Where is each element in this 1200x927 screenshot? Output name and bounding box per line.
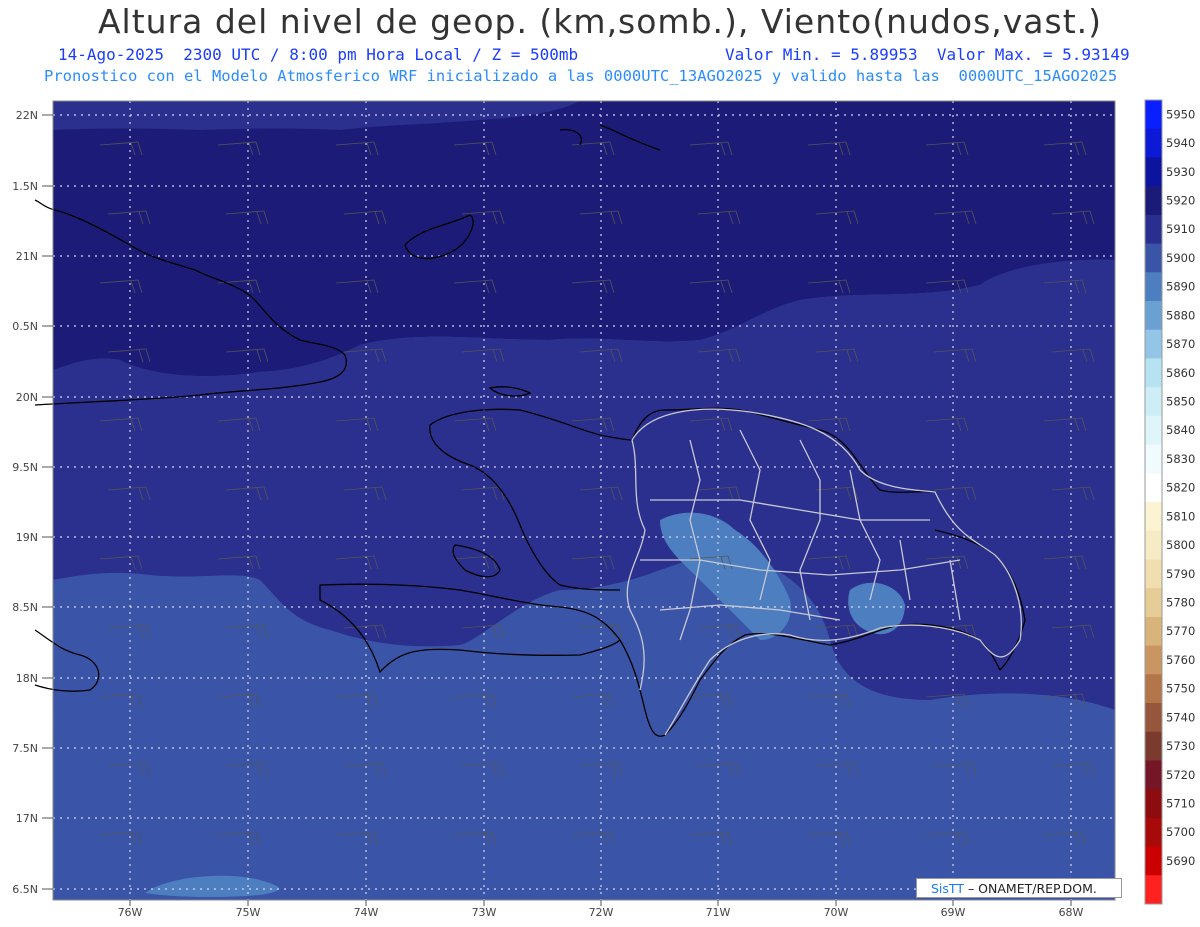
latitude-labels: 22N 1.5N 21N 0.5N 20N 9.5N 19N 8.5N 18N 7.5N 17N 6.…: [12, 109, 53, 896]
lon-label: 75W: [236, 906, 261, 919]
colorbar-label: 5780: [1166, 596, 1195, 610]
lon-label: 73W: [472, 906, 497, 919]
colorbar-swatch: [1145, 301, 1162, 331]
colorbar-swatch: [1145, 157, 1162, 187]
colorbar-label: 5720: [1166, 768, 1195, 782]
colorbar-swatch: [1145, 502, 1162, 532]
lat-label: 21N: [16, 250, 38, 263]
colorbar-label: 5950: [1166, 107, 1195, 121]
colorbar-label: 5730: [1166, 739, 1195, 753]
colorbar-swatch: [1145, 703, 1162, 733]
colorbar-swatch: [1145, 444, 1162, 474]
colorbar-swatch: [1145, 329, 1162, 359]
colorbar-swatch: [1145, 358, 1162, 388]
colorbar-swatch: [1145, 817, 1162, 848]
colorbar-swatch: [1145, 387, 1162, 417]
colorbar-label: 5830: [1166, 452, 1195, 466]
colorbar-swatch: [1145, 588, 1162, 618]
lon-label: 72W: [589, 906, 614, 919]
colorbar-label: 5880: [1166, 308, 1195, 322]
colorbar-swatch: [1145, 731, 1162, 761]
colorbar-swatch: [1145, 415, 1162, 446]
colorbar-swatch: [1145, 243, 1162, 273]
colorbar-label: 5840: [1166, 423, 1195, 437]
lon-label: 76W: [118, 906, 143, 919]
lon-label: 74W: [354, 906, 379, 919]
colorbar-label: 5790: [1166, 567, 1195, 581]
colorbar-swatch: [1145, 473, 1162, 503]
colorbar-label: 5900: [1166, 251, 1195, 265]
colorbar-label: 5800: [1166, 538, 1195, 552]
colorbar-swatch: [1145, 760, 1162, 790]
colorbar-label: 5820: [1166, 481, 1195, 495]
lat-label: 20N: [16, 391, 38, 404]
colorbar-label: 5940: [1166, 136, 1195, 150]
lat-label: 6.5N: [12, 883, 38, 896]
colorbar-label: 5740: [1166, 710, 1195, 724]
colorbar-label: 5770: [1166, 624, 1195, 638]
colorbar-swatch: [1145, 559, 1162, 589]
colorbar-swatch: [1145, 214, 1162, 245]
colorbar-swatch: [1145, 674, 1162, 704]
colorbar-swatch: [1145, 100, 1162, 130]
lon-label: 70W: [824, 906, 849, 919]
colorbar-swatch: [1145, 616, 1162, 647]
colorbar-swatch: [1145, 530, 1162, 560]
colorbar-swatch: [1145, 789, 1162, 819]
lon-label: 69W: [941, 906, 966, 919]
lat-label: 22N: [16, 109, 38, 122]
colorbar-swatch: [1145, 186, 1162, 216]
colorbar-label: 5930: [1166, 165, 1195, 179]
colorbar-swatch: [1145, 645, 1162, 675]
lat-label: 0.5N: [12, 320, 38, 333]
colorbar-label: 5920: [1166, 194, 1195, 208]
lat-label: 7.5N: [12, 742, 38, 755]
lat-label: 8.5N: [12, 601, 38, 614]
colorbar-label: 5700: [1166, 825, 1195, 839]
colorbar-label: 5890: [1166, 280, 1195, 294]
credit-box: SisTT – ONAMET/REP.DOM.: [916, 878, 1122, 898]
forecast-map: 22N 1.5N 21N 0.5N 20N 9.5N 19N 8.5N 18N 7.5N 17N 6.…: [12, 99, 1195, 919]
colorbar-swatch: [1145, 875, 1162, 905]
colorbar-label: 5750: [1166, 682, 1195, 696]
colorbar-label: 5910: [1166, 222, 1195, 236]
lat-label: 1.5N: [12, 180, 38, 193]
lat-label: 19N: [16, 531, 38, 544]
colorbar-swatch: [1145, 128, 1162, 158]
colorbar-label: 5690: [1166, 854, 1195, 868]
colorbar-label: 5870: [1166, 337, 1195, 351]
lat-label: 18N: [16, 672, 38, 685]
longitude-labels: 76W 75W 74W 73W 72W 71W 70W 69W 68W: [118, 900, 1084, 919]
colorbar-label: 5760: [1166, 653, 1195, 667]
credit-brand: SisTT: [931, 881, 964, 896]
colorbar-label: 5710: [1166, 797, 1195, 811]
credit-text: – ONAMET/REP.DOM.: [963, 881, 1097, 896]
colorbar: 5950 5940 5930 5920 5910 5900 5890 5880 5870 5860…: [1144, 99, 1195, 905]
lat-label: 9.5N: [12, 461, 38, 474]
colorbar-label: 5810: [1166, 509, 1195, 523]
colorbar-label: 5860: [1166, 366, 1195, 380]
colorbar-label: 5850: [1166, 395, 1195, 409]
lon-label: 71W: [706, 906, 731, 919]
map-field: [53, 101, 1115, 900]
colorbar-swatch: [1145, 272, 1162, 302]
lat-label: 17N: [16, 812, 38, 825]
colorbar-swatch: [1145, 846, 1162, 876]
lon-label: 68W: [1059, 906, 1084, 919]
